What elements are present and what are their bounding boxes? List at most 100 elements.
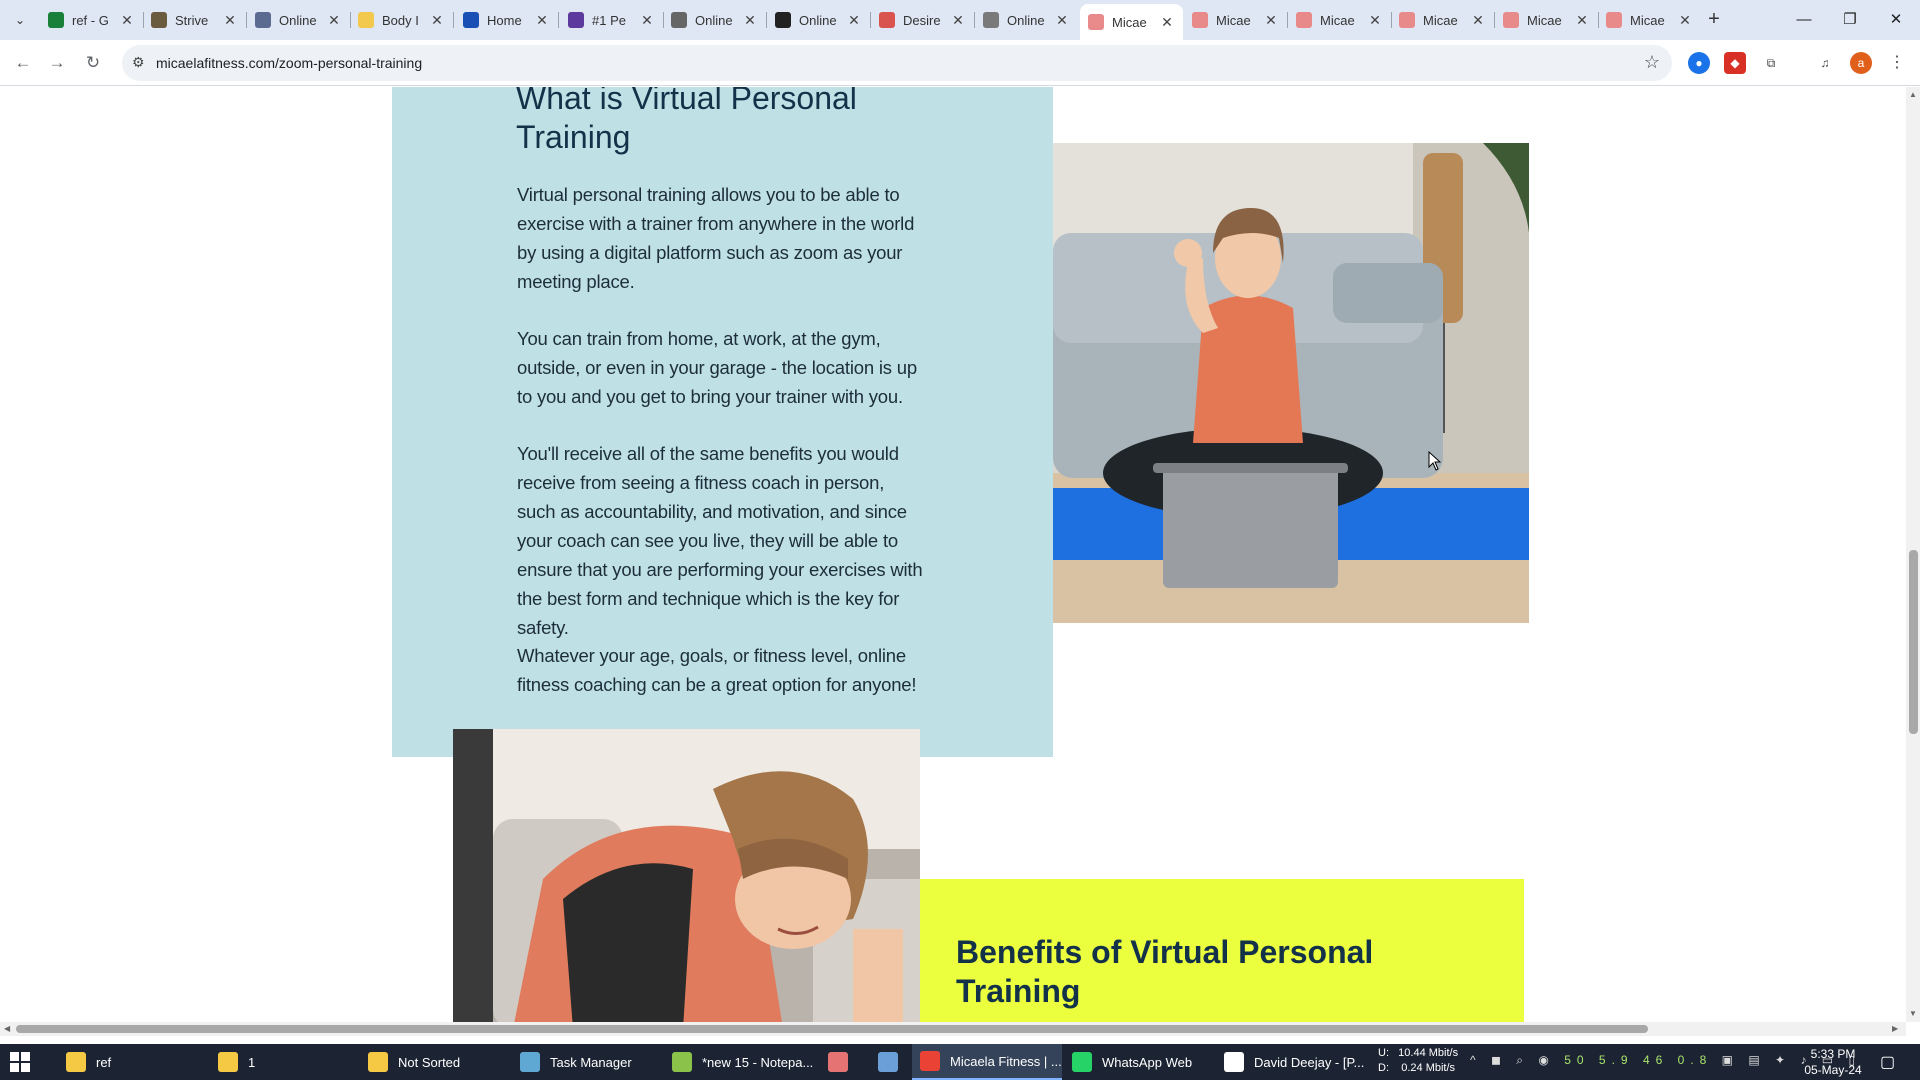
tab-close-icon[interactable]: ✕ [222, 12, 238, 29]
tab-close-icon[interactable]: ✕ [1054, 12, 1070, 29]
taskbar-clock[interactable]: 5:33 PM 05-May-24 [1800, 1046, 1866, 1078]
back-icon[interactable]: ← [10, 50, 36, 76]
profile-avatar[interactable]: a [1850, 52, 1872, 74]
tab-close-icon[interactable]: ✕ [1263, 12, 1279, 29]
taskbar-item[interactable]: David Deejay - [P... [1216, 1044, 1366, 1080]
tab-close-icon[interactable]: ✕ [846, 12, 862, 29]
windows-start-icon[interactable] [10, 1052, 30, 1072]
tab-close-icon[interactable]: ✕ [1470, 12, 1486, 29]
taskbar-item-label: Not Sorted [398, 1054, 461, 1070]
scroll-right-icon[interactable]: ▶ [1892, 1024, 1898, 1033]
tab-title: Home [487, 12, 522, 28]
taskbar-item[interactable] [870, 1044, 906, 1080]
browser-tab[interactable]: Micae ✕ [1184, 4, 1287, 36]
taskbar-item[interactable]: WhatsApp Web [1064, 1044, 1214, 1080]
woman-laptop-photo [1053, 143, 1529, 623]
restore-icon[interactable]: ❐ [1827, 0, 1873, 40]
notification-icon[interactable]: ▢ [1880, 1052, 1895, 1072]
tab-favicon-icon [1399, 12, 1415, 28]
browser-tab[interactable]: ref - G ✕ [40, 4, 143, 36]
tab-search-icon[interactable]: ⌄ [8, 8, 32, 32]
tab-close-icon[interactable]: ✕ [1574, 12, 1590, 29]
close-window-icon[interactable]: ✕ [1873, 0, 1919, 40]
site-info-icon[interactable]: ⚙ [132, 54, 145, 71]
reload-icon[interactable]: ↻ [80, 50, 106, 76]
menu-kebab-icon[interactable]: ⋮ [1886, 52, 1908, 74]
tab-close-icon[interactable]: ✕ [1677, 12, 1693, 29]
horizontal-scroll-thumb[interactable] [16, 1025, 1648, 1033]
tab-close-icon[interactable]: ✕ [742, 12, 758, 29]
tab-favicon-icon [151, 12, 167, 28]
tab-title: ref - G [72, 12, 109, 28]
tab-title: Strive [175, 12, 209, 28]
tab-close-icon[interactable]: ✕ [429, 12, 445, 29]
browser-tab[interactable]: Online ✕ [247, 4, 350, 36]
url-text[interactable]: micaelafitness.com/zoom-personal-trainin… [156, 55, 422, 71]
extension-icon[interactable]: ● [1688, 52, 1710, 74]
browser-tab[interactable]: Strive ✕ [143, 4, 246, 36]
tab-favicon-icon [1503, 12, 1519, 28]
vertical-scroll-thumb[interactable] [1909, 550, 1918, 734]
browser-tab[interactable]: Micae ✕ [1288, 4, 1391, 36]
taskbar-item-label: Task Manager [550, 1054, 632, 1070]
vertical-scrollbar[interactable]: ▲ ▼ [1906, 87, 1920, 1022]
browser-tab[interactable]: Online ✕ [663, 4, 766, 36]
tab-close-icon[interactable]: ✕ [1367, 12, 1383, 29]
address-bar[interactable]: ⚙ micaelafitness.com/zoom-personal-train… [122, 45, 1672, 81]
forward-icon[interactable]: → [44, 50, 70, 76]
browser-tab[interactable]: Micae ✕ [1391, 4, 1494, 36]
paragraph-1: Virtual personal training allows you to … [517, 184, 915, 292]
browser-tab[interactable]: Micae ✕ [1598, 4, 1701, 36]
tab-favicon-icon [48, 12, 64, 28]
tab-title: Online [695, 12, 733, 28]
tray-display-icon[interactable]: ▤ [1748, 1053, 1765, 1067]
browser-tab[interactable]: #1 Pe ✕ [560, 4, 663, 36]
section-heading-virtual-training: What is Virtual Personal Training [516, 87, 857, 155]
tab-favicon-icon [255, 12, 271, 28]
scroll-up-icon[interactable]: ▲ [1909, 90, 1917, 99]
browser-tab[interactable]: Online ✕ [975, 4, 1078, 36]
taskbar-item[interactable] [820, 1044, 856, 1080]
scroll-down-icon[interactable]: ▼ [1909, 1009, 1917, 1018]
minimize-icon[interactable]: — [1781, 0, 1827, 40]
taskbar-item[interactable]: Micaela Fitness | ... [912, 1044, 1062, 1080]
tab-close-icon[interactable]: ✕ [639, 12, 655, 29]
tab-close-icon[interactable]: ✕ [950, 12, 966, 29]
tray-wifi-icon[interactable]: ✦ [1775, 1053, 1791, 1067]
tray-monitor-icon[interactable]: ▣ [1722, 1053, 1739, 1067]
browser-tab[interactable]: Body I ✕ [350, 4, 453, 36]
browser-tab[interactable]: Micae ✕ [1495, 4, 1598, 36]
bookmark-star-icon[interactable]: ☆ [1644, 52, 1660, 73]
taskbar-item[interactable]: Not Sorted [360, 1044, 510, 1080]
browser-tab[interactable]: Micae ✕ [1080, 4, 1183, 40]
browser-tab[interactable]: Desire ✕ [871, 4, 974, 36]
tray-app-icon[interactable]: ◼ [1491, 1053, 1507, 1067]
tab-close-icon[interactable]: ✕ [1159, 14, 1175, 31]
new-tab-icon[interactable]: + [1702, 8, 1726, 32]
shield-extension-icon[interactable]: ◆ [1724, 52, 1746, 74]
browser-tab[interactable]: Online ✕ [767, 4, 870, 36]
tab-favicon-icon [983, 12, 999, 28]
media-control-icon[interactable]: ♫ [1814, 52, 1836, 74]
tab-close-icon[interactable]: ✕ [326, 12, 342, 29]
tab-close-icon[interactable]: ✕ [119, 12, 135, 29]
tab-close-icon[interactable]: ✕ [534, 12, 550, 29]
tray-expand-icon[interactable]: ^ [1470, 1053, 1482, 1067]
horizontal-scrollbar[interactable]: ◀ ▶ [0, 1022, 1906, 1036]
taskbar-item[interactable]: *new 15 - Notepa... [664, 1044, 814, 1080]
tray-globe-icon[interactable]: ◉ [1538, 1053, 1554, 1067]
browser-tab[interactable]: Home ✕ [455, 4, 558, 36]
scroll-left-icon[interactable]: ◀ [4, 1024, 10, 1033]
tab-strip: ⌄ ref - G ✕ Strive ✕ Online ✕ Body I ✕ Home ✕ #1 P… [0, 0, 1920, 40]
taskbar-item[interactable]: 1 [210, 1044, 330, 1080]
extensions-puzzle-icon[interactable]: ⧉ [1760, 52, 1782, 74]
tray-search-icon[interactable]: ⌕ [1516, 1053, 1529, 1067]
tab-title: Online [799, 12, 837, 28]
tab-favicon-icon [1088, 14, 1104, 30]
taskbar-item[interactable]: ref [58, 1044, 178, 1080]
download-speed: 0.24 Mbit/s [1401, 1062, 1456, 1074]
notepad-icon [672, 1052, 692, 1072]
task-manager-icon [520, 1052, 540, 1072]
taskbar-item[interactable]: Task Manager [512, 1044, 662, 1080]
tab-title: Micae [1423, 12, 1458, 28]
